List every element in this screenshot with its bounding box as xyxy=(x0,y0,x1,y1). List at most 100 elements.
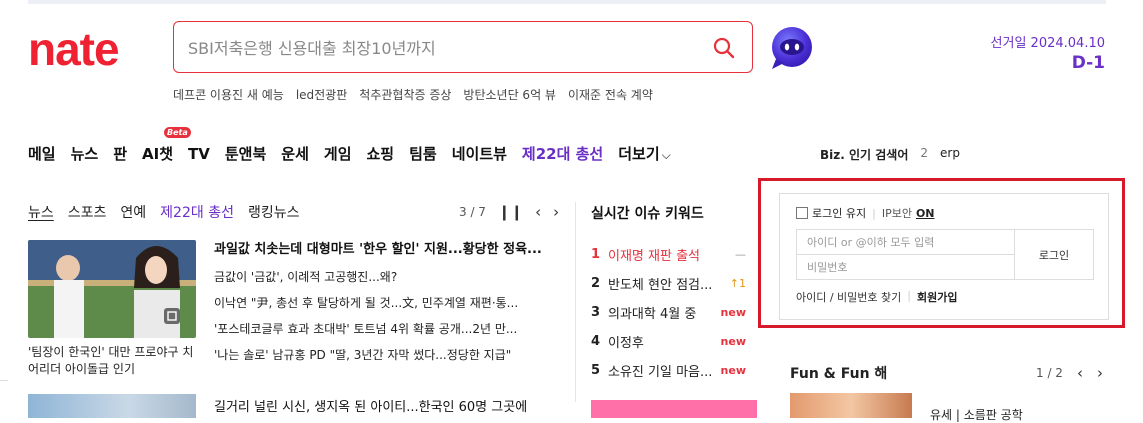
nav-item-more[interactable]: 더보기 ⌵ xyxy=(618,143,671,164)
chevron-right-icon[interactable]: › xyxy=(553,203,559,221)
keyword-row[interactable]: 5 소유진 기일 마음... new xyxy=(591,356,746,385)
nav-item-shopping[interactable]: 쇼핑 xyxy=(367,143,395,164)
nate-logo[interactable]: nate xyxy=(28,23,120,75)
realtime-keyword-list: 1 이재명 재판 출석 — 2 반도체 현안 점검... ↑1 3 의과대학 4… xyxy=(591,240,746,385)
fun-page-indicator: 1 / 2 xyxy=(1036,366,1063,380)
search-icon[interactable] xyxy=(712,36,736,60)
fun-thumbnail[interactable] xyxy=(790,393,912,418)
sub-headline[interactable]: 금값이 '금값', 이례적 고공행진...왜? xyxy=(214,268,518,294)
login-button[interactable]: 로그인 xyxy=(1014,229,1094,280)
ip-security-toggle[interactable]: ON xyxy=(916,207,935,220)
keyword-row[interactable]: 1 이재명 재판 출석 — xyxy=(591,240,746,269)
sub-headline[interactable]: '나는 솔로' 남규홍 PD "딸, 3년간 자막 썼다...정당한 지급" xyxy=(214,346,518,372)
nav-item-mail[interactable]: 메일 xyxy=(28,143,56,164)
news-thumbnail[interactable] xyxy=(28,240,196,338)
chevron-right-icon[interactable]: › xyxy=(1097,364,1103,382)
search-input[interactable] xyxy=(186,34,710,62)
chat-bot-icon[interactable] xyxy=(768,25,816,73)
keep-login-label[interactable]: 로그인 유지 xyxy=(812,205,866,221)
keyword-rank: 1 xyxy=(591,247,601,262)
new-badge: new xyxy=(720,306,746,319)
fun-pager: 1 / 2 ‹ › xyxy=(1036,364,1103,382)
trending-link[interactable]: 방탄소년단 6억 뷰 xyxy=(463,86,556,103)
keyword-text: 의과대학 4월 중 xyxy=(608,307,697,322)
sub-headline[interactable]: 이낙연 "尹, 총선 후 탈당하게 될 것...文, 민주계열 재편·통... xyxy=(214,294,518,320)
new-badge: new xyxy=(720,335,746,348)
divider: | xyxy=(907,289,911,302)
password-input[interactable] xyxy=(797,255,1014,280)
trending-link[interactable]: 데프콘 이용진 새 예능 xyxy=(173,86,284,103)
thumbnail-caption[interactable]: '팀장이 한국인' 대만 프로야구 치어리더 아이돌급 인기 xyxy=(28,344,203,378)
nav-item-game[interactable]: 게임 xyxy=(324,143,352,164)
keep-login-checkbox[interactable] xyxy=(796,207,808,219)
main-headline[interactable]: 과일값 치솟는데 대형마트 '한우 할인' 지원...황당한 정육... xyxy=(214,238,542,257)
biz-popular-search: Biz. 인기 검색어 2 erp xyxy=(820,146,960,163)
fun-section-title: Fun & Fun 해 xyxy=(790,366,888,382)
tab-sports[interactable]: 스포츠 xyxy=(68,202,107,222)
keyword-row[interactable]: 4 이정후 new xyxy=(591,327,746,356)
keyword-rank: 5 xyxy=(591,363,601,378)
keyword-rank: 3 xyxy=(591,305,601,320)
fun-item-text[interactable]: 유세 | 소름판 공학 xyxy=(930,406,1023,423)
news-pager: 3 / 7 ❙❙ ‹ › xyxy=(459,203,559,221)
chevron-left-icon[interactable]: ‹ xyxy=(535,203,541,221)
biz-search-keyword[interactable]: erp xyxy=(940,146,960,163)
nav-item-toon-book[interactable]: 툰앤북 xyxy=(225,143,266,164)
nav-item-label: AI챗 xyxy=(142,145,174,163)
bottom-headline[interactable]: 길거리 널린 시신, 생지옥 된 아이티...한국인 60명 그곳에 xyxy=(214,396,527,415)
news-page-indicator: 3 / 7 xyxy=(459,205,486,219)
trending-link[interactable]: 이재준 전속 계약 xyxy=(568,86,653,103)
keyword-rank: 4 xyxy=(591,334,601,349)
tab-news[interactable]: 뉴스 xyxy=(28,202,54,222)
promo-banner[interactable] xyxy=(591,400,757,418)
election-dday-banner[interactable]: 선거일 2024.04.10 D-1 xyxy=(991,32,1105,73)
sub-headline-list: 금값이 '금값', 이례적 고공행진...왜? 이낙연 "尹, 총선 후 탈당하… xyxy=(214,268,518,372)
nav-item-ai-chat[interactable]: AI챗 Beta xyxy=(142,127,191,164)
rank-change-badge: — xyxy=(735,248,746,261)
nav-item-pann[interactable]: 판 xyxy=(113,143,127,164)
ip-security-label: IP보안 xyxy=(881,207,912,220)
nav-item-fortune[interactable]: 운세 xyxy=(281,143,309,164)
nav-item-tv[interactable]: TV xyxy=(188,145,210,163)
tab-entertainment[interactable]: 연예 xyxy=(120,202,146,222)
biz-search-title: Biz. 인기 검색어 xyxy=(820,148,909,162)
main-nav: 메일 뉴스 판 AI챗 Beta TV 툰앤북 운세 게임 쇼핑 팀룸 네이트뷰 … xyxy=(28,127,686,164)
nav-item-teamroom[interactable]: 팀룸 xyxy=(409,143,437,164)
keyword-text: 소유진 기일 마음... xyxy=(608,365,713,380)
new-badge: new xyxy=(720,364,746,377)
biz-search-rank: 2 xyxy=(920,146,928,160)
divider: | xyxy=(872,206,876,220)
nav-item-nateview[interactable]: 네이트뷰 xyxy=(452,143,507,164)
tab-ranking-news[interactable]: 랭킹뉴스 xyxy=(248,202,300,222)
left-edge-divider xyxy=(0,380,8,419)
pause-icon[interactable]: ❙❙ xyxy=(498,203,523,221)
nav-item-label: 더보기 xyxy=(618,145,660,163)
election-date-label: 선거일 2024.04.10 xyxy=(990,36,1105,51)
tab-election[interactable]: 제22대 총선 xyxy=(160,202,234,222)
keyword-row[interactable]: 2 반도체 현안 점검... ↑1 xyxy=(591,269,746,298)
id-input[interactable] xyxy=(797,230,1014,255)
keyword-text: 이정후 xyxy=(608,336,644,351)
signup-link[interactable]: 회원가입 xyxy=(917,289,957,305)
trending-link[interactable]: 척추관협착증 증상 xyxy=(359,86,451,103)
chevron-left-icon[interactable]: ‹ xyxy=(1077,364,1083,382)
news-tabs: 뉴스 스포츠 연예 제22대 총선 랭킹뉴스 xyxy=(28,202,300,222)
find-id-password-link[interactable]: 아이디 / 비밀번호 찾기 xyxy=(796,289,901,305)
news-thumbnail-2[interactable] xyxy=(28,394,196,418)
sub-headline[interactable]: '포스테코글루 효과 초대박' 토트넘 4위 확률 공개...2년 만... xyxy=(214,320,518,346)
keyword-text: 이재명 재판 출석 xyxy=(608,249,700,264)
trending-link[interactable]: led전광판 xyxy=(296,86,347,103)
login-fields xyxy=(796,229,1015,280)
nav-item-election[interactable]: 제22대 총선 xyxy=(522,143,603,164)
keyword-rank: 2 xyxy=(591,276,601,291)
beta-badge: Beta xyxy=(164,127,191,138)
login-options: 로그인 유지 | IP보안 ON xyxy=(796,205,935,221)
trending-links: 데프콘 이용진 새 예능 led전광판 척추관협착증 증상 방탄소년단 6억 뷰… xyxy=(173,86,653,103)
keyword-row[interactable]: 3 의과대학 4월 중 new xyxy=(591,298,746,327)
rank-change-badge: ↑1 xyxy=(729,277,746,290)
login-box: 로그인 유지 | IP보안 ON 로그인 아이디 / 비밀번호 찾기 | 회원가… xyxy=(779,193,1109,320)
nav-item-news[interactable]: 뉴스 xyxy=(71,143,99,164)
keyword-text: 반도체 현안 점검... xyxy=(608,278,713,293)
top-strip xyxy=(28,0,1106,4)
dday-count: D-1 xyxy=(1071,53,1105,73)
